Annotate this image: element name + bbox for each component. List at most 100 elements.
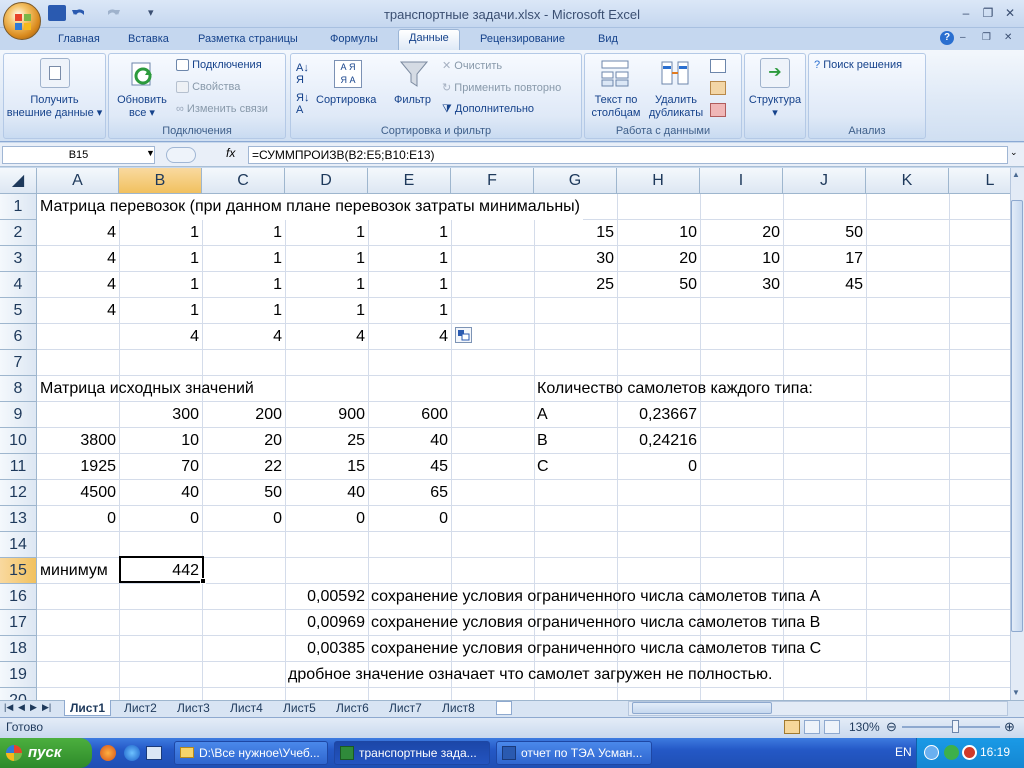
horizontal-scroll-thumb[interactable]: [632, 702, 772, 714]
cell-c12[interactable]: 50: [202, 480, 285, 506]
cell-a1[interactable]: Матрица перевозок (при данном плане пере…: [37, 194, 583, 220]
connections-button[interactable]: Подключения: [176, 59, 262, 72]
cell-g9[interactable]: A: [534, 402, 617, 428]
page-break-view-icon[interactable]: [824, 720, 840, 734]
cell-c5[interactable]: 1: [202, 298, 285, 324]
tab-review[interactable]: Рецензирование: [470, 31, 575, 50]
get-external-data-button[interactable]: Получить внешние данные ▾: [4, 94, 105, 120]
show-desktop-icon[interactable]: [146, 746, 162, 760]
firefox-icon[interactable]: [100, 745, 116, 761]
col-header-e[interactable]: E: [368, 168, 451, 194]
cell-d9[interactable]: 900: [285, 402, 368, 428]
cell-e9[interactable]: 600: [368, 402, 451, 428]
row-header[interactable]: 5: [0, 298, 37, 324]
select-all-corner[interactable]: ◢: [0, 168, 37, 194]
solver-button[interactable]: ? Поиск решения: [814, 59, 902, 71]
row-header[interactable]: 4: [0, 272, 37, 298]
cell-b11[interactable]: 70: [119, 454, 202, 480]
cell-b12[interactable]: 40: [119, 480, 202, 506]
cell-d11[interactable]: 15: [285, 454, 368, 480]
cell-b10[interactable]: 10: [119, 428, 202, 454]
sheet-tab[interactable]: Лист3: [172, 700, 215, 716]
cell-d17[interactable]: 0,00969: [285, 610, 368, 636]
zoom-slider-handle[interactable]: [952, 720, 959, 733]
active-cell-selection[interactable]: [119, 556, 204, 583]
page-layout-view-icon[interactable]: [804, 720, 820, 734]
taskbar-word[interactable]: отчет по ТЭА Усман...: [496, 741, 652, 765]
cell-a15[interactable]: минимум: [37, 558, 119, 584]
cell-e6[interactable]: 4: [368, 324, 451, 350]
cell-c2[interactable]: 1: [202, 220, 285, 246]
row-header[interactable]: 19: [0, 662, 37, 688]
cell-a12[interactable]: 4500: [37, 480, 119, 506]
cell-h11[interactable]: 0: [617, 454, 700, 480]
row-header[interactable]: 12: [0, 480, 37, 506]
maximize-button[interactable]: ❐: [978, 6, 998, 20]
row-header[interactable]: 13: [0, 506, 37, 532]
col-header-b[interactable]: B: [119, 168, 202, 194]
taskbar-excel[interactable]: транспортные зада...: [334, 741, 490, 765]
col-header-i[interactable]: I: [700, 168, 783, 194]
cell-b13[interactable]: 0: [119, 506, 202, 532]
cell-b3[interactable]: 1: [119, 246, 202, 272]
cell-j2[interactable]: 50: [783, 220, 866, 246]
row-header[interactable]: 1: [0, 194, 37, 220]
cell-a11[interactable]: 1925: [37, 454, 119, 480]
help-icon[interactable]: ?: [940, 31, 954, 45]
col-header-a[interactable]: A: [37, 168, 119, 194]
cell-b4[interactable]: 1: [119, 272, 202, 298]
cell-j4[interactable]: 45: [783, 272, 866, 298]
edit-links-button[interactable]: ∞ Изменить связи: [176, 103, 268, 115]
cell-d18[interactable]: 0,00385: [285, 636, 368, 662]
row-header[interactable]: 8: [0, 376, 37, 402]
clear-filter-button[interactable]: ✕ Очистить: [442, 59, 502, 72]
cell-h10[interactable]: 0,24216: [617, 428, 700, 454]
sheet-tab[interactable]: Лист7: [384, 700, 427, 716]
cell-d19[interactable]: дробное значение означает что самолет за…: [285, 662, 775, 688]
ribbon-minimize-icon[interactable]: –: [960, 32, 966, 43]
cell-e10[interactable]: 40: [368, 428, 451, 454]
cell-c10[interactable]: 20: [202, 428, 285, 454]
cell-a5[interactable]: 4: [37, 298, 119, 324]
row-header[interactable]: 15: [0, 558, 37, 584]
cell-g4[interactable]: 25: [534, 272, 617, 298]
tray-arrow-icon[interactable]: [924, 745, 939, 760]
cell-d5[interactable]: 1: [285, 298, 368, 324]
col-header-g[interactable]: G: [534, 168, 617, 194]
row-header[interactable]: 17: [0, 610, 37, 636]
cell-h4[interactable]: 50: [617, 272, 700, 298]
cell-e5[interactable]: 1: [368, 298, 451, 324]
minimize-button[interactable]: –: [956, 6, 976, 20]
cell-g3[interactable]: 30: [534, 246, 617, 272]
data-validation-icon[interactable]: [710, 59, 726, 73]
consolidate-icon[interactable]: [710, 81, 726, 95]
cell-g11[interactable]: C: [534, 454, 617, 480]
cell-d16[interactable]: 0,00592: [285, 584, 368, 610]
scroll-up-icon[interactable]: ▲: [1012, 170, 1020, 179]
namebox-dropdown-icon[interactable]: ▼: [146, 148, 155, 158]
tab-insert[interactable]: Вставка: [118, 31, 179, 50]
cell-g8[interactable]: Количество самолетов каждого типа:: [534, 376, 816, 402]
office-button[interactable]: [3, 2, 41, 40]
remove-duplicates-button[interactable]: Удалить дубликаты: [648, 94, 704, 120]
col-header-k[interactable]: K: [866, 168, 949, 194]
zoom-out-icon[interactable]: ⊖: [886, 719, 897, 735]
cell-c11[interactable]: 22: [202, 454, 285, 480]
col-header-d[interactable]: D: [285, 168, 368, 194]
formula-expand-icon[interactable]: [166, 147, 196, 163]
tab-home[interactable]: Главная: [48, 31, 110, 50]
formula-expand-button[interactable]: ⌄: [1010, 147, 1018, 158]
cell-e17[interactable]: сохранение условия ограниченного числа с…: [368, 610, 823, 636]
cell-b5[interactable]: 1: [119, 298, 202, 324]
cell-c4[interactable]: 1: [202, 272, 285, 298]
cell-h9[interactable]: 0,23667: [617, 402, 700, 428]
cell-a3[interactable]: 4: [37, 246, 119, 272]
close-button[interactable]: ✕: [1000, 6, 1020, 20]
sheet-tab[interactable]: Лист1: [64, 700, 112, 716]
tab-formulas[interactable]: Формулы: [320, 31, 388, 50]
sheet-tab[interactable]: Лист6: [331, 700, 374, 716]
sheet-tab[interactable]: Лист8: [437, 700, 480, 716]
cell-a10[interactable]: 3800: [37, 428, 119, 454]
row-header[interactable]: 7: [0, 350, 37, 376]
cell-c13[interactable]: 0: [202, 506, 285, 532]
